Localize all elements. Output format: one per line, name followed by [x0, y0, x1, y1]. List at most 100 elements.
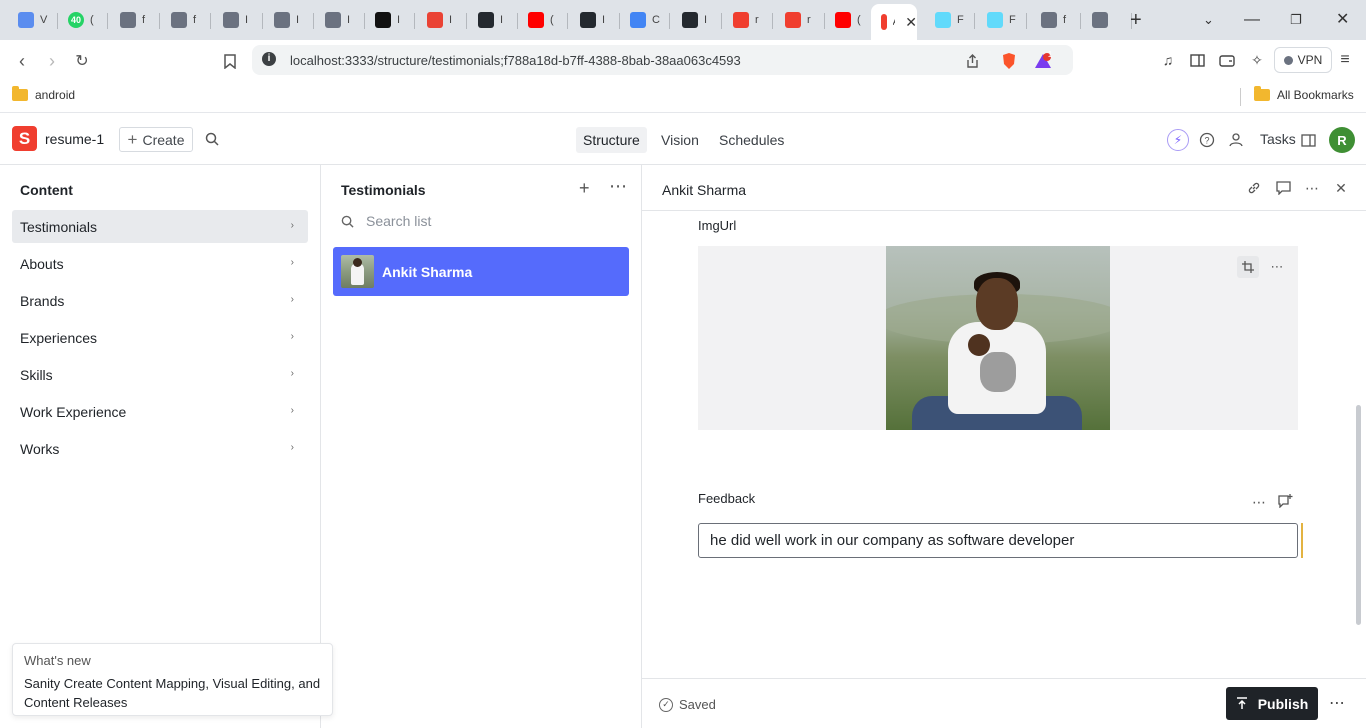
- share-icon[interactable]: [963, 52, 981, 70]
- browser-tab[interactable]: r: [723, 5, 773, 35]
- pane-title: Content: [20, 182, 73, 198]
- feedback-field[interactable]: he did well work in our company as softw…: [698, 523, 1298, 558]
- tab-title: I: [602, 14, 606, 26]
- browser-tab[interactable]: 40 (: [58, 5, 108, 35]
- sidebar-item-experiences[interactable]: Experiences ›: [12, 321, 308, 354]
- scrollbar[interactable]: [1356, 405, 1361, 625]
- tab-divider: [313, 13, 314, 29]
- browser-tab[interactable]: I: [417, 5, 467, 35]
- bookmark-folder-android[interactable]: android: [12, 86, 75, 102]
- publish-icon: [1236, 697, 1247, 709]
- leo-ai-icon[interactable]: ✧: [1248, 51, 1266, 69]
- sidebar-item-label: Works: [20, 440, 60, 457]
- comment-icon[interactable]: [1275, 180, 1291, 196]
- browser-tab[interactable]: [1082, 5, 1132, 35]
- crop-icon[interactable]: [1237, 256, 1259, 278]
- sanity-logo-icon[interactable]: S: [12, 126, 37, 151]
- vpn-button[interactable]: VPN: [1274, 47, 1332, 73]
- more-actions-icon[interactable]: ⋯: [1329, 693, 1345, 713]
- browser-tab[interactable]: I: [213, 5, 263, 35]
- browser-tab[interactable]: I: [264, 5, 314, 35]
- close-window-icon[interactable]: ✕: [1336, 10, 1349, 30]
- add-document-icon[interactable]: +: [579, 179, 590, 197]
- browser-tab[interactable]: A✕: [871, 4, 917, 40]
- browser-tab[interactable]: I: [672, 5, 722, 35]
- search-icon[interactable]: [205, 132, 219, 151]
- sidebar-icon[interactable]: [1188, 51, 1206, 69]
- community-icon[interactable]: [1226, 130, 1246, 150]
- forward-icon[interactable]: ›: [41, 50, 63, 72]
- browser-tab[interactable]: f: [161, 5, 211, 35]
- youtube-icon: [528, 12, 544, 28]
- browser-tab[interactable]: I: [365, 5, 415, 35]
- browser-tab[interactable]: r: [775, 5, 825, 35]
- nxt-icon: [274, 12, 290, 28]
- reload-icon[interactable]: ↻: [71, 50, 93, 72]
- browser-tab[interactable]: (: [825, 5, 875, 35]
- sidebar-item-label: Brands: [20, 292, 65, 309]
- browser-tab[interactable]: I: [570, 5, 620, 35]
- whats-new-text: Sanity Create Content Mapping, Visual Ed…: [24, 676, 321, 710]
- sidebar-item-work-experience[interactable]: Work Experience ›: [12, 395, 308, 428]
- chevron-right-icon: ›: [290, 220, 294, 231]
- all-bookmarks-button[interactable]: All Bookmarks: [1254, 86, 1354, 102]
- whats-new-card[interactable]: What's new Sanity Create Content Mapping…: [12, 643, 333, 716]
- close-pane-icon[interactable]: ✕: [1333, 180, 1349, 196]
- back-icon[interactable]: ‹: [11, 50, 33, 72]
- browser-tab[interactable]: f: [110, 5, 160, 35]
- tab-search-icon[interactable]: ⌄: [1203, 10, 1214, 30]
- menu-icon[interactable]: ≡: [1336, 51, 1354, 69]
- field-more-icon[interactable]: ⋯: [1252, 494, 1266, 511]
- check-icon: ✓: [659, 697, 673, 712]
- globe-icon: [1041, 12, 1057, 28]
- tab-title: (: [90, 14, 94, 26]
- browser-tab[interactable]: C: [620, 5, 670, 35]
- add-comment-icon[interactable]: [1278, 494, 1293, 511]
- bookmark-icon[interactable]: [219, 50, 241, 72]
- project-name[interactable]: resume-1: [45, 131, 104, 147]
- browser-tab[interactable]: I: [315, 5, 365, 35]
- tab-title: I: [397, 14, 401, 26]
- search-input[interactable]: Search list: [341, 213, 431, 229]
- minimize-icon[interactable]: —: [1244, 10, 1260, 30]
- link-icon[interactable]: [1246, 180, 1262, 196]
- list-item[interactable]: Ankit Sharma: [333, 247, 629, 296]
- sidebar-item-label: Experiences: [20, 329, 98, 346]
- site-info-icon[interactable]: i: [262, 52, 276, 66]
- sidebar-item-testimonials[interactable]: Testimonials ›: [12, 210, 308, 243]
- globe-icon: [1092, 12, 1108, 28]
- browser-tab[interactable]: I: [468, 5, 518, 35]
- tasks-label[interactable]: Tasks: [1260, 131, 1296, 147]
- restore-icon[interactable]: ❐: [1290, 10, 1302, 30]
- new-tab-button[interactable]: +: [1130, 10, 1142, 30]
- brave-shield-icon[interactable]: [1000, 52, 1018, 70]
- sidebar-item-works[interactable]: Works ›: [12, 432, 308, 465]
- divider: [1240, 88, 1241, 106]
- avatar[interactable]: R: [1329, 127, 1355, 153]
- browser-tab[interactable]: F: [925, 5, 975, 35]
- publish-button[interactable]: Publish: [1226, 687, 1318, 720]
- tab-structure[interactable]: Structure: [576, 127, 647, 153]
- address-bar[interactable]: i localhost:3333/structure/testimonials;…: [252, 45, 1073, 75]
- browser-tab[interactable]: f: [1031, 5, 1081, 35]
- browser-tab[interactable]: V: [8, 5, 58, 35]
- image-field[interactable]: ⋯: [698, 246, 1298, 430]
- tasks-panel-icon[interactable]: [1298, 130, 1318, 150]
- browser-tab[interactable]: F: [977, 5, 1027, 35]
- image-more-icon[interactable]: ⋯: [1266, 256, 1288, 278]
- wallet-icon[interactable]: [1218, 51, 1236, 69]
- globe-icon: [171, 12, 187, 28]
- browser-tab[interactable]: (: [518, 5, 568, 35]
- create-button[interactable]: + Create: [119, 127, 193, 152]
- media-icon[interactable]: ♫: [1159, 51, 1177, 69]
- more-options-icon[interactable]: ⋯: [1304, 180, 1320, 196]
- sidebar-item-brands[interactable]: Brands ›: [12, 284, 308, 317]
- more-options-icon[interactable]: ⋯: [609, 177, 627, 195]
- sidebar-item-abouts[interactable]: Abouts ›: [12, 247, 308, 280]
- lightning-icon[interactable]: ⚡: [1167, 129, 1189, 151]
- tab-schedules[interactable]: Schedules: [712, 127, 791, 153]
- sidebar-item-skills[interactable]: Skills ›: [12, 358, 308, 391]
- help-icon[interactable]: ?: [1197, 130, 1217, 150]
- tab-vision[interactable]: Vision: [654, 127, 706, 153]
- close-tab-icon[interactable]: ✕: [905, 14, 917, 31]
